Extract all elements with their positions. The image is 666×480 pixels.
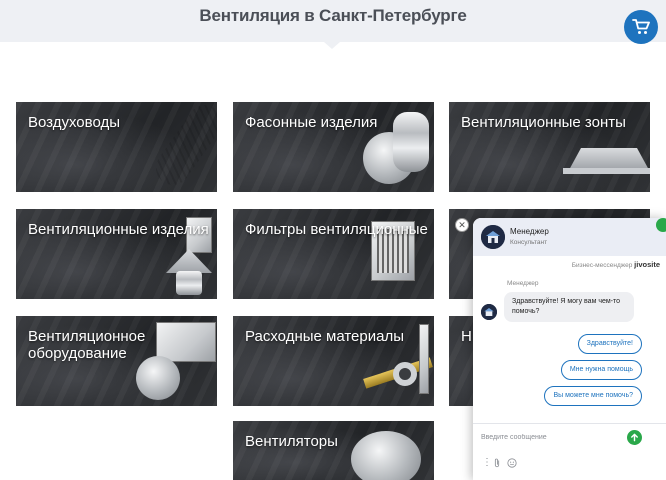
paperclip-icon (494, 458, 500, 468)
page-header: Вентиляция в Санкт-Петербурге (0, 0, 666, 42)
message-avatar (481, 304, 497, 320)
agent-message-bubble: Здравствуйте! Я могу вам чем-то помочь? (504, 292, 634, 322)
card-title: Фильтры вентиляционные (245, 221, 428, 238)
online-indicator (656, 218, 666, 232)
message-sender: Менеджер (507, 280, 539, 287)
quick-reply-need-help[interactable]: Мне нужна помощь (560, 360, 642, 380)
hood-base-image (563, 168, 650, 174)
chat-close-button[interactable]: ✕ (455, 218, 469, 232)
cart-button[interactable] (624, 10, 658, 44)
header-notch (324, 42, 340, 49)
agent-avatar (481, 225, 505, 249)
agent-avatar-icon (481, 225, 505, 249)
category-card-consumables[interactable]: Расходные материалы (233, 316, 434, 406)
smiley-icon (507, 458, 517, 468)
consumable-tape-image (393, 362, 417, 386)
chat-header: Менеджер Консультант (473, 218, 666, 256)
quick-reply-can-you-help[interactable]: Вы можете мне помочь? (544, 386, 642, 406)
emoji-icon[interactable] (507, 458, 517, 471)
card-title: Фасонные изделия (245, 114, 378, 131)
category-card-filters[interactable]: Фильтры вентиляционные (233, 209, 434, 299)
more-options-icon[interactable]: ⋮ (482, 458, 492, 468)
send-arrow-icon (631, 433, 638, 442)
card-title: Н (461, 328, 472, 345)
agent-role: Консультант (510, 239, 548, 246)
category-card-ventilation-equipment[interactable]: Вентиляционное оборудование (16, 316, 217, 406)
chat-message-input[interactable] (481, 434, 621, 441)
category-card-fans[interactable]: Вентиляторы (233, 421, 434, 480)
card-title: Вентиляционное оборудование (28, 328, 146, 362)
card-title: Вентиляционные зонты (461, 114, 626, 131)
card-title: Вентиляционные изделия (28, 221, 209, 238)
agent-name: Менеджер (510, 227, 549, 236)
brand-prefix: Бизнес-мессенджер (571, 262, 633, 269)
category-card-ventilation-products[interactable]: Вентиляционные изделия (16, 209, 217, 299)
equipment-fan-image (136, 356, 180, 400)
attach-icon[interactable] (493, 458, 501, 471)
chat-widget: Менеджер Консультант Бизнес-мессенджер j… (473, 218, 666, 480)
hood-image (569, 148, 649, 170)
card-title: Расходные материалы (245, 328, 404, 345)
brand-name: jivosite (634, 260, 660, 269)
page-title: Вентиляция в Санкт-Петербурге (199, 6, 467, 25)
category-card-air-ducts[interactable]: Воздуховоды (16, 102, 217, 192)
deflector-pipe-image (176, 271, 202, 295)
cart-icon (632, 19, 650, 34)
category-card-ventilation-hoods[interactable]: Вентиляционные зонты (449, 102, 650, 192)
category-card-fittings[interactable]: Фасонные изделия (233, 102, 434, 192)
agent-avatar-icon (481, 304, 497, 320)
send-button[interactable] (627, 430, 642, 445)
card-title: Вентиляторы (245, 433, 338, 450)
messenger-brand: Бизнес-мессенджер jivosite (473, 260, 660, 269)
chat-divider (473, 423, 666, 424)
card-title: Воздуховоды (28, 114, 120, 131)
